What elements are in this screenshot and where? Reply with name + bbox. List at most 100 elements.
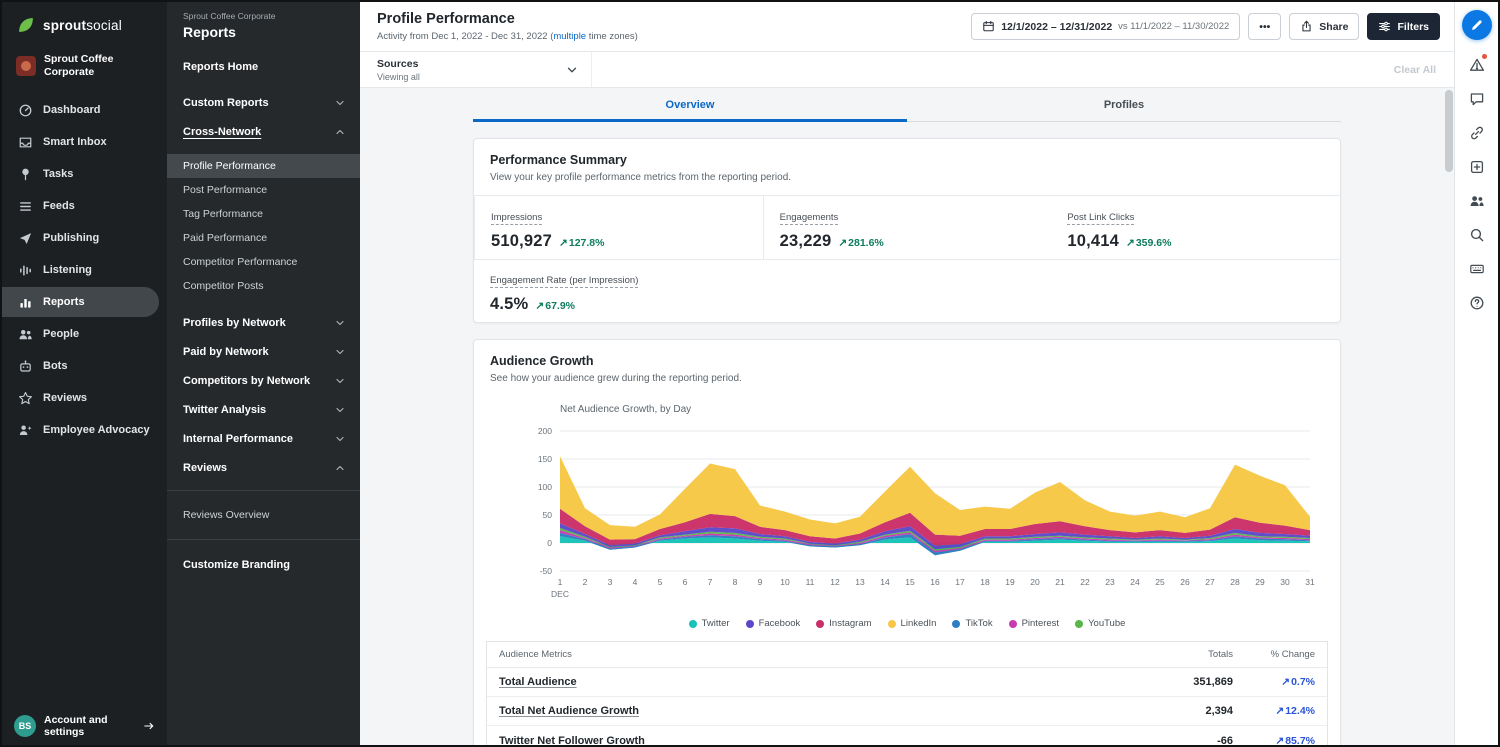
reports-nav-competitors-by-network[interactable]: Competitors by Network xyxy=(167,366,360,395)
metric-total: -66 xyxy=(1093,735,1233,746)
legend-pinterest[interactable]: Pinterest xyxy=(1009,618,1060,629)
card-subtitle: View your key profile performance metric… xyxy=(490,172,1324,183)
sidebar-item-bots[interactable]: Bots xyxy=(2,351,159,381)
ellipsis-icon: ••• xyxy=(1259,21,1270,33)
legend-instagram[interactable]: Instagram xyxy=(816,618,871,629)
sidebar-item-publishing[interactable]: Publishing xyxy=(2,223,159,253)
metric-label[interactable]: Engagements xyxy=(780,212,839,225)
compose-button[interactable] xyxy=(1462,10,1492,40)
report-tabs: OverviewProfiles xyxy=(473,88,1341,122)
svg-text:4: 4 xyxy=(633,577,638,587)
right-toolbar xyxy=(1454,2,1498,745)
reports-nav-profile-performance[interactable]: Profile Performance xyxy=(167,154,360,178)
tool-add[interactable] xyxy=(1455,150,1499,184)
metric-label[interactable]: Engagement Rate (per Impression) xyxy=(490,275,638,288)
tool-people[interactable] xyxy=(1455,184,1499,218)
sidebar-item-tasks[interactable]: Tasks xyxy=(2,159,159,189)
sidebar-item-reports[interactable]: Reports xyxy=(2,287,159,317)
reports-nav-internal-performance[interactable]: Internal Performance xyxy=(167,424,360,453)
tool-chat[interactable] xyxy=(1455,82,1499,116)
reports-nav-profiles-by-network[interactable]: Profiles by Network xyxy=(167,308,360,337)
table-header: Audience Metrics Totals % Change xyxy=(487,642,1327,668)
reports-nav-post-performance[interactable]: Post Performance xyxy=(167,178,360,202)
publishing-icon xyxy=(18,231,33,246)
metric-change: 67.9% xyxy=(535,300,575,312)
reports-nav-cross-network[interactable]: Cross-Network xyxy=(167,117,360,146)
svg-text:29: 29 xyxy=(1255,577,1265,587)
divider xyxy=(167,539,360,540)
account-switcher[interactable]: Sprout Coffee Corporate xyxy=(2,43,167,91)
chevron-down-icon xyxy=(334,375,346,387)
metric-total: 2,394 xyxy=(1093,705,1233,717)
svg-text:20: 20 xyxy=(1030,577,1040,587)
tab-overview[interactable]: Overview xyxy=(473,88,907,122)
sidebar-item-reviews[interactable]: Reviews xyxy=(2,383,159,413)
page-header: Profile Performance Activity from Dec 1,… xyxy=(360,2,1454,52)
reports-nav-reviews[interactable]: Reviews xyxy=(167,453,360,482)
metric-value: 4.5% xyxy=(490,295,528,314)
scrollbar-thumb[interactable] xyxy=(1445,90,1453,172)
tool-keyboard[interactable] xyxy=(1455,252,1499,286)
reports-nav-reviews-overview[interactable]: Reviews Overview xyxy=(167,499,360,531)
scrollbar[interactable] xyxy=(1445,90,1453,743)
legend-youtube[interactable]: YouTube xyxy=(1075,618,1125,629)
clear-all-button[interactable]: Clear All xyxy=(1394,64,1436,76)
svg-text:14: 14 xyxy=(880,577,890,587)
tool-search[interactable] xyxy=(1455,218,1499,252)
calendar-icon xyxy=(982,20,995,33)
reports-nav-tag-performance[interactable]: Tag Performance xyxy=(167,202,360,226)
table-row-total-audience: Total Audience 351,869 0.7% xyxy=(487,668,1327,697)
sources-dropdown[interactable]: Sources Viewing all xyxy=(360,52,592,87)
sidebar-item-smart-inbox[interactable]: Smart Inbox xyxy=(2,127,159,157)
account-name: Sprout Coffee Corporate xyxy=(44,53,153,79)
account-avatar xyxy=(16,56,36,76)
svg-text:2: 2 xyxy=(583,577,588,587)
card-title: Audience Growth xyxy=(490,354,1324,368)
more-options-button[interactable]: ••• xyxy=(1248,13,1281,40)
sprout-leaf-icon xyxy=(16,15,36,35)
legend-twitter[interactable]: Twitter xyxy=(689,618,730,629)
date-range-button[interactable]: 12/1/2022 – 12/31/2022 vs 11/1/2022 – 11… xyxy=(971,13,1240,40)
tab-profiles[interactable]: Profiles xyxy=(907,88,1341,122)
reports-nav-custom-reports[interactable]: Custom Reports xyxy=(167,88,360,117)
metric-value: 10,414 xyxy=(1067,232,1119,251)
share-button[interactable]: Share xyxy=(1289,13,1359,40)
reports-nav-reports-home[interactable]: Reports Home xyxy=(167,50,360,84)
account-settings[interactable]: BS Account and settings xyxy=(2,714,167,738)
reports-nav-paid-by-network[interactable]: Paid by Network xyxy=(167,337,360,366)
tool-help[interactable] xyxy=(1455,286,1499,320)
svg-text:DEC: DEC xyxy=(551,589,569,599)
reports-nav-competitor-posts[interactable]: Competitor Posts xyxy=(167,274,360,298)
app-logo[interactable]: sproutsocial xyxy=(2,2,167,43)
legend-facebook[interactable]: Facebook xyxy=(746,618,801,629)
metric-label[interactable]: Impressions xyxy=(491,212,542,225)
svg-text:11: 11 xyxy=(806,577,815,587)
logo-wordmark: sproutsocial xyxy=(43,18,122,33)
sidebar-item-dashboard[interactable]: Dashboard xyxy=(2,95,159,125)
sidebar-item-employee-advocacy[interactable]: Employee Advocacy xyxy=(2,415,159,445)
metric-label[interactable]: Post Link Clicks xyxy=(1067,212,1134,225)
svg-text:22: 22 xyxy=(1080,577,1090,587)
reports-sidebar: Sprout Coffee Corporate Reports Reports … xyxy=(167,2,360,745)
tool-alert[interactable] xyxy=(1455,48,1499,82)
multiple-timezones-link[interactable]: multiple xyxy=(553,31,586,42)
legend-linkedin[interactable]: LinkedIn xyxy=(888,618,937,629)
keyboard-icon xyxy=(1469,261,1485,277)
metric-link[interactable]: Total Net Audience Growth xyxy=(499,705,1093,717)
metric-link[interactable]: Twitter Net Follower Growth xyxy=(499,735,1093,746)
svg-text:30: 30 xyxy=(1280,577,1290,587)
sidebar-item-people[interactable]: People xyxy=(2,319,159,349)
metric-link[interactable]: Total Audience xyxy=(499,676,1093,688)
filters-button[interactable]: Filters xyxy=(1367,13,1440,40)
reports-nav-competitor-performance[interactable]: Competitor Performance xyxy=(167,250,360,274)
tool-link[interactable] xyxy=(1455,116,1499,150)
sidebar-item-feeds[interactable]: Feeds xyxy=(2,191,159,221)
inbox-icon xyxy=(18,135,33,150)
legend-tiktok[interactable]: TikTok xyxy=(952,618,992,629)
compose-icon xyxy=(1469,18,1484,33)
reports-nav-paid-performance[interactable]: Paid Performance xyxy=(167,226,360,250)
sidebar-title: Reports xyxy=(183,24,344,40)
sidebar-item-listening[interactable]: Listening xyxy=(2,255,159,285)
reports-nav-twitter-analysis[interactable]: Twitter Analysis xyxy=(167,395,360,424)
reports-nav-customize-branding[interactable]: Customize Branding xyxy=(167,548,360,582)
